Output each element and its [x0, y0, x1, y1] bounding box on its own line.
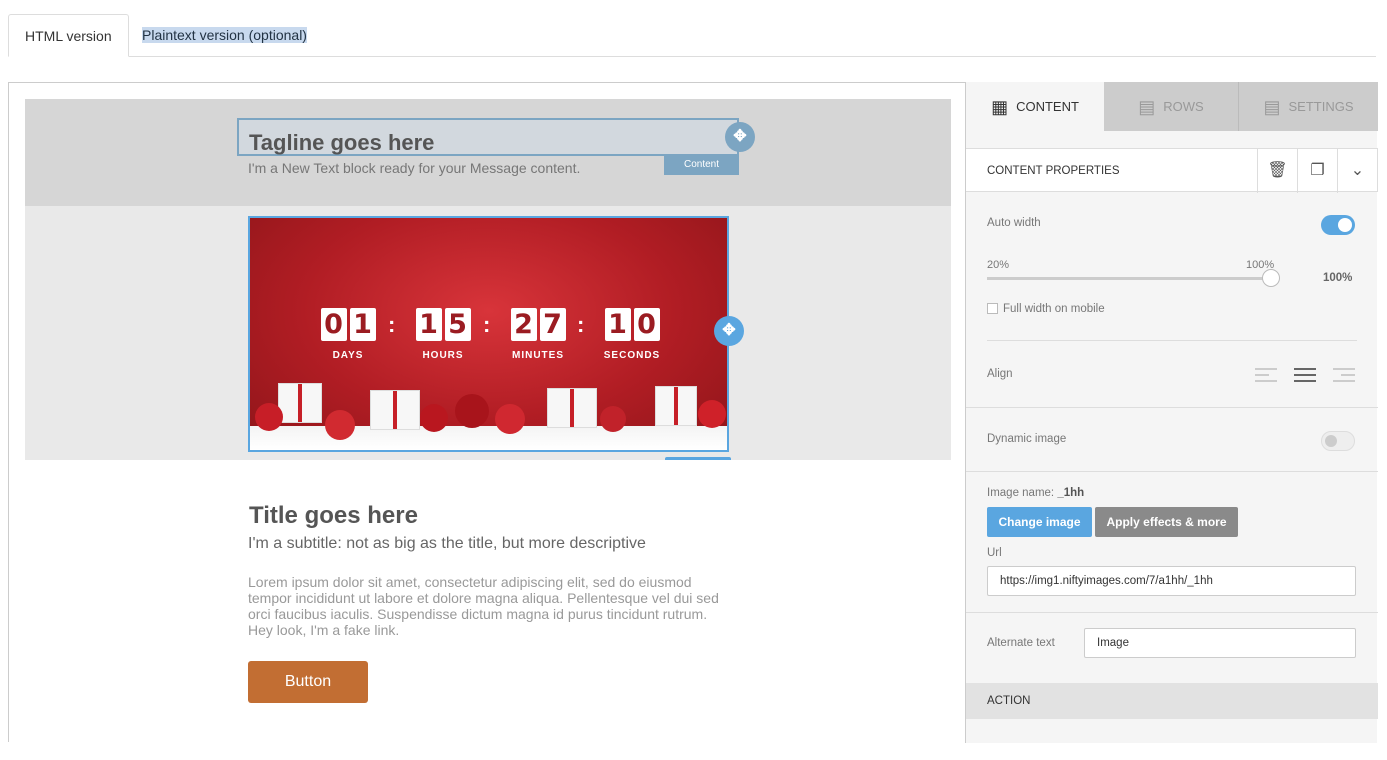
width-slider[interactable] [987, 269, 1280, 287]
image-name-row: Image name: _1hh [987, 487, 1084, 499]
content-properties-header: CONTENT PROPERTIES 🗑 ❐ ⌄ [966, 148, 1378, 193]
digit: 1 [349, 308, 376, 341]
divider [966, 407, 1378, 408]
digit: 1 [415, 308, 442, 341]
title-text[interactable]: Title goes here [249, 502, 418, 530]
digit: 0 [633, 308, 660, 341]
auto-width-toggle[interactable] [1321, 215, 1355, 235]
tab-label: ROWS [1163, 99, 1204, 114]
row-image[interactable]: 01 DAYS : 15 HOURS : 27 MINUTES: 1 0 SE… [25, 206, 951, 460]
align-label: Align [987, 368, 1013, 380]
ornament-image [455, 394, 489, 428]
auto-width-label: Auto width [987, 217, 1041, 229]
row-text[interactable]: Title goes here I'm a subtitle: not as b… [25, 460, 951, 760]
change-image-button[interactable]: Change image [987, 507, 1092, 537]
dynamic-image-label: Dynamic image [987, 433, 1067, 445]
gift-box-image [547, 388, 597, 428]
countdown-timer: 01 DAYS : 15 HOURS : 27 MINUTES: 1 0 SE… [318, 308, 663, 368]
tab-settings[interactable]: ▤ SETTINGS [1239, 82, 1378, 131]
rows-icon: ▤ [1138, 97, 1156, 117]
slider-handle[interactable] [1262, 269, 1280, 287]
colon-separator: : [577, 312, 585, 337]
countdown-label: DAYS [332, 350, 364, 361]
url-label: Url [987, 547, 1002, 559]
move-handle-icon[interactable]: ✥ [725, 122, 755, 152]
countdown-label: MINUTES [512, 350, 564, 361]
tab-plaintext-label: Plaintext version (optional) [142, 27, 307, 43]
countdown-label: SECONDS [603, 350, 661, 361]
width-value: 100% [1323, 272, 1353, 284]
gift-box-image [370, 390, 420, 430]
url-input[interactable]: https://img1.niftyimages.com/7/a1hh/_1hh [987, 566, 1356, 596]
countdown-days: 01 DAYS [318, 308, 378, 361]
tagline-subtext[interactable]: I'm a New Text block ready for your Mess… [248, 160, 580, 176]
digit: 0 [320, 308, 347, 341]
row-header[interactable]: Tagline goes here I'm a New Text block r… [25, 99, 951, 206]
subtitle-text[interactable]: I'm a subtitle: not as big as the title,… [248, 535, 646, 553]
gift-box-image [655, 386, 697, 426]
ornament-image [698, 400, 726, 428]
snow-decoration [250, 426, 727, 450]
action-section-header[interactable]: ACTION [966, 683, 1378, 719]
editor-mode-tabs: HTML version Plaintext version (optional… [8, 14, 1376, 57]
colon-separator: : [388, 312, 396, 337]
selected-image-block[interactable]: 01 DAYS : 15 HOURS : 27 MINUTES: 1 0 SE… [248, 216, 729, 452]
settings-icon: ▤ [1263, 97, 1281, 117]
countdown-minutes: 27 MINUTES [508, 308, 568, 361]
tab-plaintext-version[interactable]: Plaintext version (optional) [126, 14, 323, 57]
dynamic-image-toggle[interactable] [1321, 431, 1355, 451]
digit: 7 [539, 308, 566, 341]
tab-rows[interactable]: ▤ ROWS [1104, 82, 1239, 131]
duplicate-icon[interactable]: ❐ [1297, 149, 1337, 193]
tab-label: CONTENT [1016, 99, 1079, 114]
slider-min-label: 20% [987, 259, 1010, 271]
apply-effects-button[interactable]: Apply effects & more [1095, 507, 1238, 537]
ornament-image [255, 403, 283, 431]
image-name-value: _1hh [1057, 487, 1085, 499]
countdown-banner-image: 01 DAYS : 15 HOURS : 27 MINUTES: 1 0 SE… [250, 218, 727, 450]
image-name-label: Image name: [987, 487, 1055, 499]
action-label: ACTION [987, 695, 1031, 707]
editor-frame: Tagline goes here I'm a New Text block r… [8, 82, 1378, 760]
tab-content[interactable]: ▦ CONTENT [966, 82, 1104, 131]
ornament-image [325, 410, 355, 440]
digit: 5 [444, 308, 471, 341]
gift-box-image [278, 383, 322, 423]
digit: 1 [604, 308, 631, 341]
ornament-image [495, 404, 525, 434]
slider-fill [987, 277, 1271, 280]
alt-text-label: Alternate text [987, 637, 1055, 649]
content-label-badge: Content [664, 155, 739, 175]
properties-panel: ▦ CONTENT ▤ ROWS ▤ SETTINGS CONTENT PROPERT… [965, 82, 1378, 743]
digit: 2 [510, 308, 537, 341]
panel-tabs: ▦ CONTENT ▤ ROWS ▤ SETTINGS [966, 82, 1378, 131]
ornament-image [600, 406, 626, 432]
colon-separator: : [483, 312, 491, 337]
chevron-down-icon[interactable]: ⌄ [1337, 149, 1377, 193]
delete-icon[interactable]: 🗑 [1257, 149, 1297, 193]
countdown-seconds: 10 SECONDS [602, 308, 662, 361]
align-right-icon[interactable] [1333, 368, 1355, 386]
full-width-mobile-checkbox[interactable] [987, 303, 998, 314]
align-left-icon[interactable] [1255, 368, 1277, 386]
tab-label: SETTINGS [1288, 99, 1354, 114]
tab-html-version[interactable]: HTML version [8, 14, 129, 57]
countdown-label: HOURS [422, 350, 464, 361]
divider [966, 612, 1378, 613]
section-title: CONTENT PROPERTIES [987, 165, 1120, 177]
move-handle-icon[interactable]: ✥ [714, 316, 744, 346]
ornament-image [420, 404, 448, 432]
cta-button[interactable]: Button [248, 661, 368, 703]
tagline-text[interactable]: Tagline goes here [249, 130, 434, 156]
divider [966, 471, 1378, 472]
grid-icon: ▦ [991, 97, 1009, 117]
divider [987, 340, 1357, 341]
alt-text-input[interactable]: Image [1084, 628, 1356, 658]
body-text[interactable]: Lorem ipsum dolor sit amet, consectetur … [248, 574, 728, 638]
countdown-hours: 15 HOURS [413, 308, 473, 361]
align-center-icon[interactable] [1294, 368, 1316, 386]
full-width-mobile-label: Full width on mobile [1003, 303, 1105, 315]
